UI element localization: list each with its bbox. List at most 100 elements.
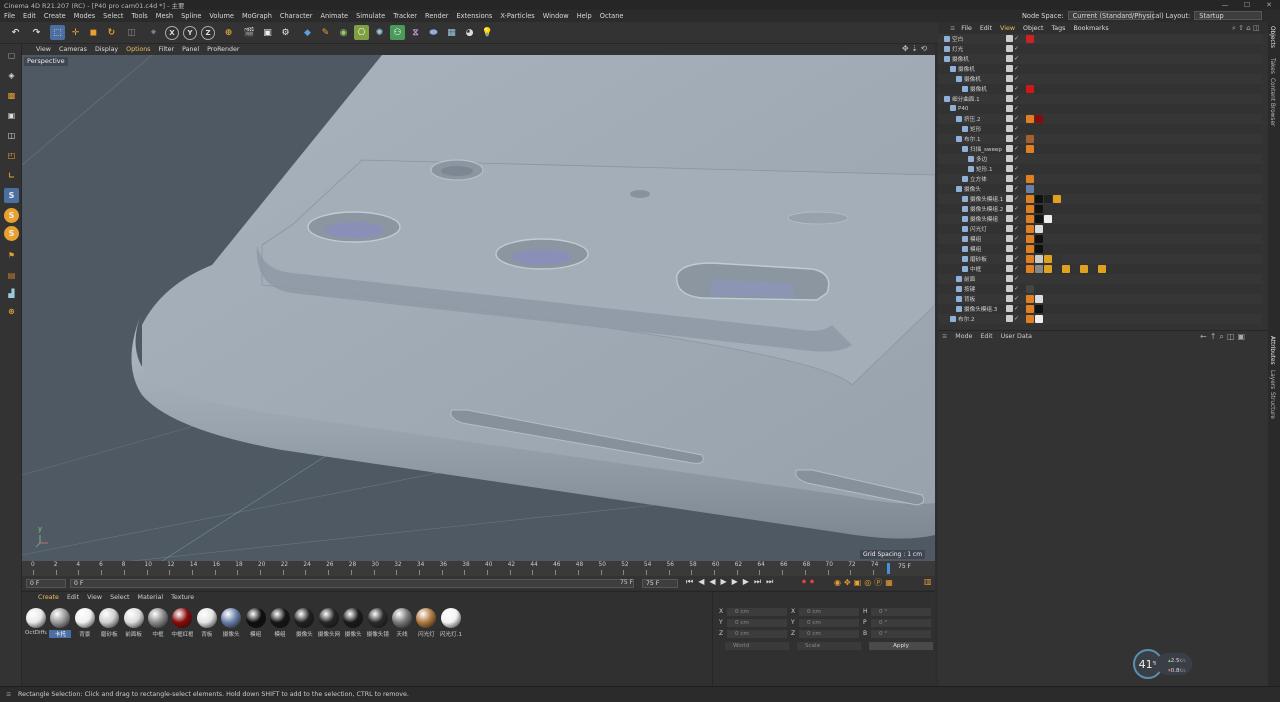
visibility-toggle[interactable] [1006, 35, 1013, 42]
object-row[interactable]: 多边 ✓ [938, 154, 1262, 164]
visibility-toggle[interactable] [1006, 85, 1013, 92]
enable-check-icon[interactable]: ✓ [1014, 265, 1019, 272]
menu-simulate[interactable]: Simulate [352, 12, 389, 20]
subdivision-surface-icon[interactable]: ◉ [336, 25, 351, 40]
world-coordinates-icon[interactable]: ⊕ [221, 25, 236, 40]
object-row[interactable]: 布尔.2 ✓ [938, 314, 1262, 324]
visibility-toggle[interactable] [1006, 115, 1013, 122]
points-mode-icon[interactable]: ◫ [4, 128, 19, 143]
menu-create[interactable]: Create [40, 12, 70, 20]
object-menu-file[interactable]: File [957, 25, 976, 32]
enable-check-icon[interactable]: ✓ [1014, 45, 1019, 52]
object-tag-icon[interactable] [1089, 265, 1097, 273]
object-row[interactable]: 摄像头模组.2 ✓ [938, 204, 1262, 214]
enable-check-icon[interactable]: ✓ [1014, 245, 1019, 252]
object-search-icon[interactable]: ⌕ ⇧ ⌂ ◫ [1228, 24, 1264, 33]
menu-file[interactable]: File [0, 12, 19, 20]
enable-check-icon[interactable]: ✓ [1014, 125, 1019, 132]
object-row[interactable]: 背板 ✓ [938, 294, 1262, 304]
viewport-solo-icon[interactable]: ▟ [4, 286, 19, 301]
visibility-toggle[interactable] [1006, 255, 1013, 262]
tab-layers[interactable]: Layers [1269, 370, 1275, 389]
menu-x-particles[interactable]: X-Particles [496, 12, 538, 20]
menu-edit[interactable]: Edit [19, 12, 40, 20]
soft-selection-icon[interactable]: ⚑ [4, 248, 19, 263]
environment-icon[interactable]: ⬬ [426, 25, 441, 40]
enable-check-icon[interactable]: ✓ [1014, 295, 1019, 302]
object-tag-icon[interactable] [1026, 175, 1034, 183]
bend-deformer-icon[interactable]: ⧖ [408, 25, 423, 40]
menu-tools[interactable]: Tools [128, 12, 152, 20]
rotate-tool-icon[interactable]: ↻ [104, 25, 119, 40]
menu-render[interactable]: Render [421, 12, 452, 20]
select-tool-icon[interactable]: ⬚ [50, 25, 65, 40]
object-row[interactable]: 灯光 ✓ [938, 44, 1262, 54]
menu-mograph[interactable]: MoGraph [238, 12, 276, 20]
object-row[interactable]: 细分曲面.1 ✓ [938, 94, 1262, 104]
tweak-mode-icon[interactable]: ▤ [4, 268, 19, 283]
visibility-toggle[interactable] [1006, 105, 1013, 112]
timeline-ruler[interactable]: 0 2 4 6 8 10 12 14 16 18 20 22 24 26 28 30 32 34 36 38 40 42 4… [22, 561, 935, 576]
visibility-toggle[interactable] [1006, 315, 1013, 322]
attribute-menu-mode[interactable]: Mode [951, 333, 976, 340]
visibility-toggle[interactable] [1006, 145, 1013, 152]
viewport-menu-panel[interactable]: Panel [178, 46, 203, 53]
object-tag-icon[interactable] [1026, 205, 1034, 213]
render-view-icon[interactable]: 🎬 [242, 25, 257, 40]
material-swatch[interactable]: OctDiffu [25, 608, 47, 636]
snap-settings-icon[interactable]: S [4, 226, 19, 241]
visibility-toggle[interactable] [1006, 45, 1013, 52]
visibility-toggle[interactable] [1006, 155, 1013, 162]
visibility-toggle[interactable] [1006, 295, 1013, 302]
transport-controls[interactable]: ⏮◀◀▶▶▶⏭⏭ [686, 577, 778, 587]
visibility-toggle[interactable] [1006, 95, 1013, 102]
object-tag-icon[interactable] [1026, 145, 1034, 153]
enable-check-icon[interactable]: ✓ [1014, 185, 1019, 192]
menu-modes[interactable]: Modes [70, 12, 99, 20]
viewport-menu-filter[interactable]: Filter [154, 46, 178, 53]
enable-check-icon[interactable]: ✓ [1014, 55, 1019, 62]
move-tool-icon[interactable]: ✛ [68, 25, 83, 40]
object-row[interactable]: 按键 ✓ [938, 284, 1262, 294]
material-swatch[interactable]: 天线 [391, 608, 413, 638]
object-tag-icon[interactable] [1026, 195, 1034, 203]
enable-check-icon[interactable]: ✓ [1014, 115, 1019, 122]
object-tag-icon[interactable] [1044, 265, 1052, 273]
viewport-menu-view[interactable]: View [32, 46, 55, 53]
workplane-icon[interactable]: ▣ [4, 108, 19, 123]
camera-icon[interactable]: ◕ [462, 25, 477, 40]
object-tag-icon[interactable] [1071, 265, 1079, 273]
object-row[interactable]: 摄像机 ✓ [938, 64, 1262, 74]
attribute-nav-icons[interactable]: ←↑⌕◫▣ [1200, 332, 1248, 342]
array-icon[interactable]: ⎔ [354, 25, 369, 40]
render-picture-viewer-icon[interactable]: ▣ [260, 25, 275, 40]
menu-character[interactable]: Character [276, 12, 317, 20]
enable-check-icon[interactable]: ✓ [1014, 305, 1019, 312]
viewport-menu-display[interactable]: Display [91, 46, 122, 53]
object-menu-tags[interactable]: Tags [1048, 25, 1070, 32]
object-list[interactable]: 空白 ✓ 灯光 ✓ 摄像机 ✓ 摄像机 ✓ 摄像机 ✓ 摄像机 ✓ 细分曲面.1 ✓ P40 ✓ 挤压.2 ✓ 矩形… [938, 34, 1268, 330]
enable-check-icon[interactable]: ✓ [1014, 175, 1019, 182]
coordinate-system-select[interactable]: World [725, 642, 789, 650]
make-editable-icon[interactable]: ▢ [4, 48, 19, 63]
position-z-field[interactable]: 0 cm [727, 630, 787, 638]
object-row[interactable]: 摄像机 ✓ [938, 84, 1262, 94]
coordinate-system-icon[interactable]: ⌖ [146, 25, 161, 40]
material-swatch[interactable]: 磨砂板 [98, 608, 120, 638]
tab-takes[interactable]: Takes [1269, 58, 1275, 74]
enable-check-icon[interactable]: ✓ [1014, 155, 1019, 162]
visibility-toggle[interactable] [1006, 75, 1013, 82]
node-space-select[interactable]: Current (Standard/Physical) [1067, 11, 1164, 20]
object-tag-icon[interactable] [1026, 185, 1034, 193]
visibility-toggle[interactable] [1006, 275, 1013, 282]
material-swatch[interactable]: 卡托 [49, 608, 72, 638]
object-row[interactable]: 空白 ✓ [938, 34, 1262, 44]
floor-icon[interactable]: ▦ [444, 25, 459, 40]
object-row[interactable]: 闪光灯 ✓ [938, 224, 1262, 234]
enable-check-icon[interactable]: ✓ [1014, 35, 1019, 42]
enable-check-icon[interactable]: ✓ [1014, 165, 1019, 172]
object-menu-edit[interactable]: Edit [976, 25, 996, 32]
rotation-b-field[interactable]: 0 ° [871, 630, 931, 638]
material-swatch[interactable]: 前面板 [123, 608, 145, 638]
visibility-toggle[interactable] [1006, 285, 1013, 292]
